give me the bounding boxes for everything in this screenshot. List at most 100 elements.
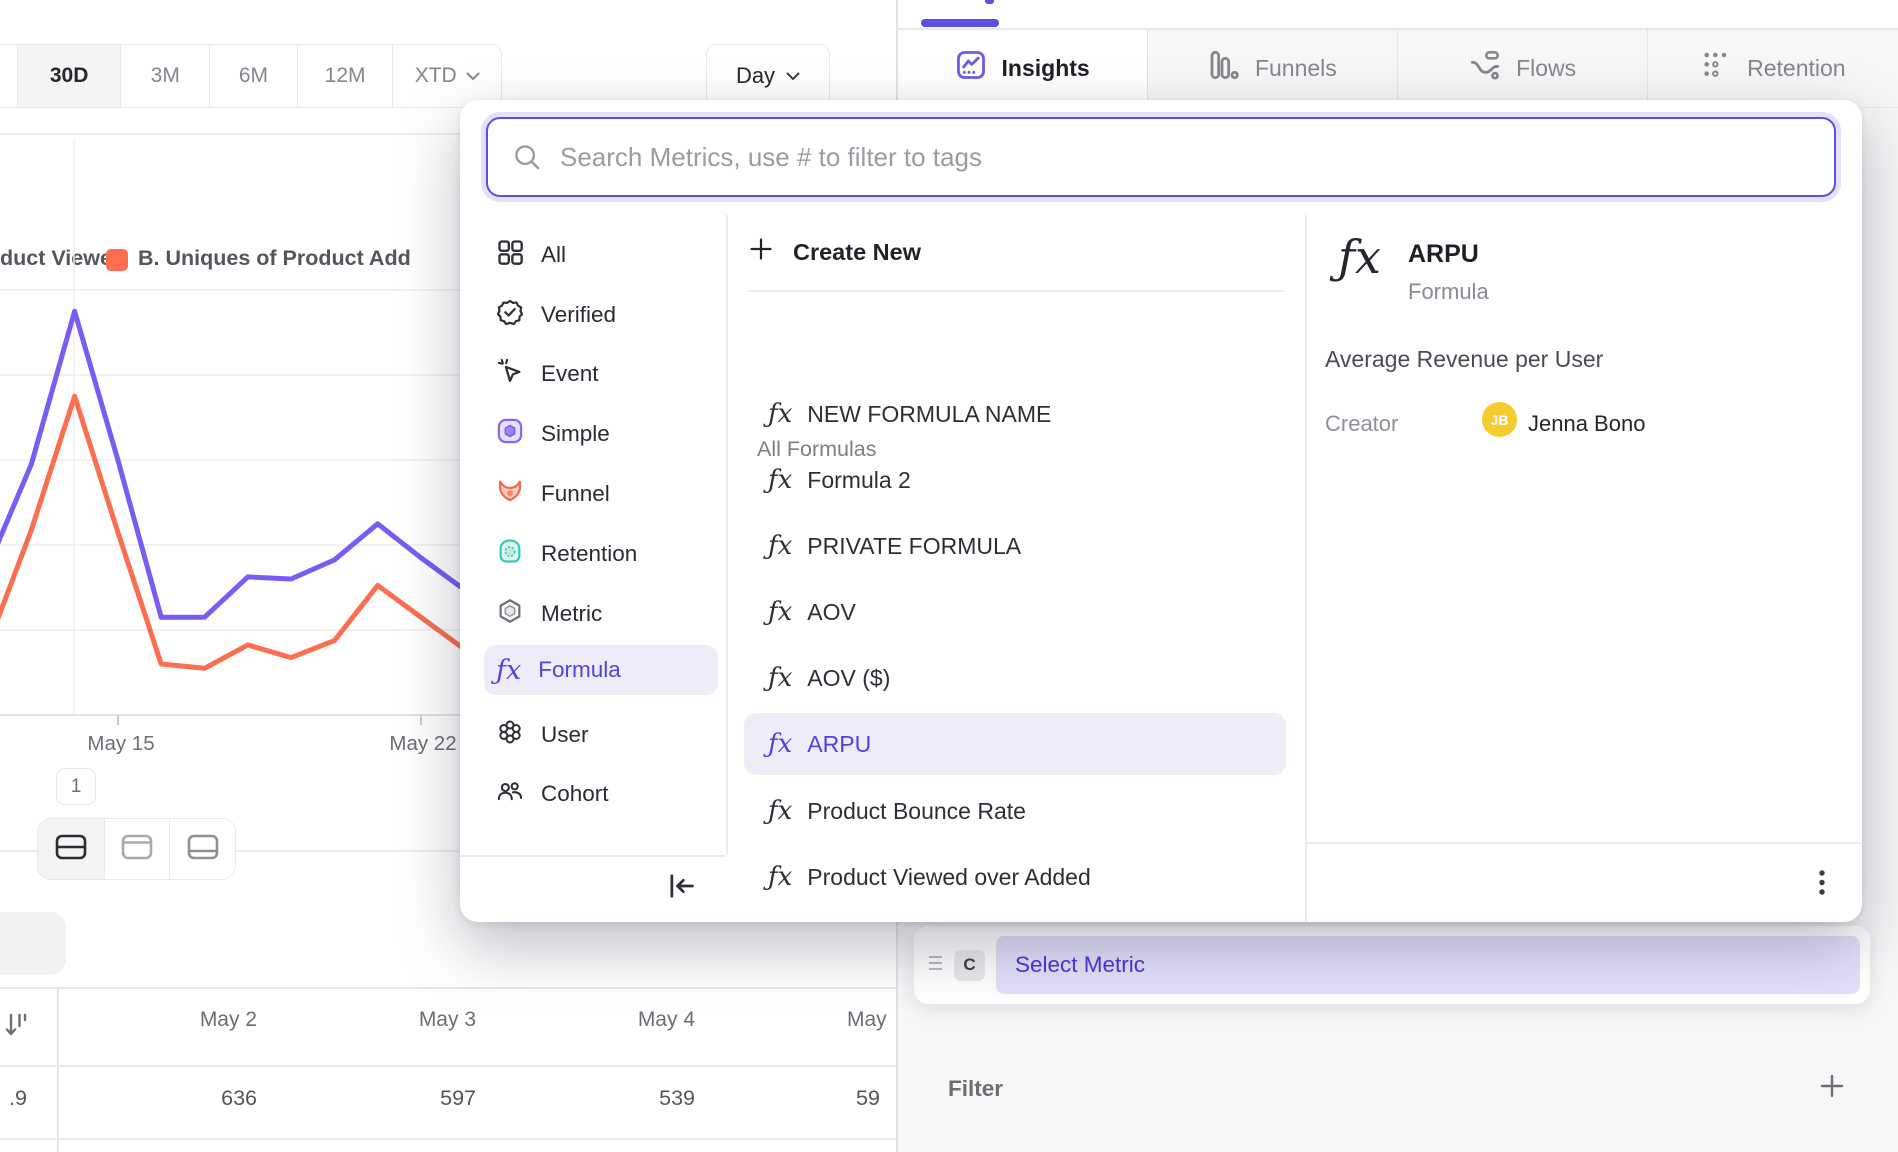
pagination-page-button[interactable]: 1 — [56, 768, 96, 805]
table-top-border — [0, 987, 896, 989]
formula-item-label: ARPU — [807, 731, 871, 758]
formula-item[interactable]: ƒx Formula 2 — [744, 452, 1286, 508]
tab-retention[interactable]: Retention — [1647, 30, 1897, 107]
sort-descending-icon[interactable] — [4, 1010, 28, 1040]
tab-retention-label: Retention — [1747, 55, 1845, 82]
category-retention[interactable]: Retention — [484, 529, 718, 579]
x-axis-tick-may15: May 15 — [66, 732, 176, 756]
query-builder-metric-row: C Select Metric — [914, 926, 1870, 1004]
simple-shape-icon — [496, 417, 524, 451]
formula-item-label: Product Viewed over Added — [807, 864, 1090, 891]
category-label: Funnel — [541, 481, 610, 507]
category-label: User — [541, 722, 589, 748]
granularity-label: Day — [736, 63, 775, 89]
date-range-xtd-button[interactable]: XTD — [392, 45, 501, 107]
layout-toggle-group — [37, 818, 236, 880]
tab-insights[interactable]: Insights — [898, 30, 1147, 107]
category-funnel[interactable]: Funnel — [484, 469, 718, 519]
date-range-6m-button[interactable]: 6M — [209, 45, 297, 107]
category-all[interactable]: All — [484, 230, 718, 280]
granularity-day-button[interactable]: Day — [706, 44, 830, 108]
table-header-may4[interactable]: May 4 — [495, 1008, 695, 1044]
date-range-12m-button[interactable]: 12M — [297, 45, 393, 107]
table-row-divider — [0, 1138, 896, 1140]
kebab-menu-icon — [1817, 868, 1827, 909]
formula-item-arpu-selected[interactable]: ƒx ARPU — [744, 713, 1286, 775]
plus-icon — [748, 236, 774, 268]
app-root: 30D 3M 6M 12M XTD Day duct Viewed B. Uni… — [0, 0, 1898, 1152]
detail-description: Average Revenue per User — [1325, 346, 1603, 373]
detail-footer-divider — [1307, 842, 1862, 844]
formula-fx-icon: ƒx — [768, 531, 792, 561]
insights-chart-icon — [955, 49, 987, 87]
formula-item[interactable]: ƒx Product Viewed over Added — [744, 849, 1286, 905]
category-formula[interactable]: ƒx Formula — [484, 645, 718, 695]
cohort-people-icon — [496, 777, 524, 811]
split-horizontal-icon — [54, 833, 88, 866]
detail-type-label: Formula — [1408, 279, 1489, 305]
detail-more-actions-button[interactable] — [1805, 868, 1839, 908]
collapse-sidebar-button[interactable] — [665, 870, 697, 907]
plus-icon — [1818, 1072, 1846, 1105]
tab-insights-label: Insights — [1002, 55, 1090, 82]
funnels-bars-icon — [1208, 49, 1240, 87]
retention-dots-icon — [1700, 49, 1732, 87]
date-range-partial-button[interactable] — [0, 45, 17, 107]
formula-fx-icon-large: ƒx — [1338, 230, 1381, 284]
formula-item-label: Formula 2 — [807, 467, 911, 494]
formula-item[interactable]: ƒx Product Bounce Rate — [744, 783, 1286, 839]
select-metric-input[interactable]: Select Metric — [996, 936, 1860, 994]
category-metric[interactable]: Metric — [484, 589, 718, 639]
formula-item[interactable]: ƒx NEW FORMULA NAME — [744, 386, 1286, 442]
drag-handle-icon[interactable] — [927, 953, 945, 978]
category-label: Formula — [538, 657, 621, 683]
category-user[interactable]: User — [484, 710, 718, 760]
layout-top-panel-button[interactable] — [104, 819, 170, 879]
category-cohort[interactable]: Cohort — [484, 769, 718, 819]
verified-badge-icon — [496, 298, 524, 332]
tab-flows-label: Flows — [1516, 55, 1576, 82]
create-new-label: Create New — [793, 239, 921, 266]
tab-funnels[interactable]: Funnels — [1147, 30, 1397, 107]
layout-bottom-panel-button[interactable] — [169, 819, 235, 879]
category-label: All — [541, 242, 566, 268]
active-tab-indicator — [921, 19, 999, 27]
table-cell-may2: 636 — [57, 1086, 257, 1122]
report-tabs: Insights Funnels Flows Retention — [898, 30, 1898, 107]
formula-item[interactable]: ƒx PRIVATE FORMULA — [744, 518, 1286, 574]
category-simple[interactable]: Simple — [484, 409, 718, 459]
formula-item-label: AOV ($) — [807, 665, 890, 692]
formula-item[interactable]: ƒx AOV — [744, 584, 1286, 640]
formula-item-label: PRIVATE FORMULA — [807, 533, 1021, 560]
chevron-down-icon — [786, 72, 800, 81]
date-range-3m-button[interactable]: 3M — [120, 45, 209, 107]
date-range-group: 30D 3M 6M 12M XTD — [0, 44, 502, 108]
chart-series-lines — [0, 311, 464, 668]
xtd-label: XTD — [415, 64, 457, 88]
layout-split-horizontal-button[interactable] — [38, 819, 104, 879]
top-panel-icon — [120, 833, 154, 866]
chevron-down-icon — [466, 72, 480, 81]
metric-search-input[interactable]: Search Metrics, use # to filter to tags — [486, 117, 1836, 197]
formula-fx-icon: ƒx — [496, 655, 521, 686]
date-range-30d-button[interactable]: 30D — [17, 45, 121, 107]
table-header-may3[interactable]: May 3 — [276, 1008, 476, 1044]
category-event[interactable]: Event — [484, 349, 718, 399]
creator-avatar[interactable]: JB — [1482, 402, 1517, 437]
user-cluster-icon — [496, 718, 524, 752]
formula-fx-icon: ƒx — [768, 796, 792, 826]
category-verified[interactable]: Verified — [484, 290, 718, 340]
formula-item[interactable]: ƒx AOV ($) — [744, 650, 1286, 706]
category-label: Event — [541, 361, 599, 387]
formula-fx-icon: ƒx — [768, 399, 792, 429]
creator-label: Creator — [1325, 411, 1398, 437]
tab-flows[interactable]: Flows — [1397, 30, 1647, 107]
add-filter-button[interactable] — [1818, 1072, 1846, 1105]
formula-fx-icon: ƒx — [768, 465, 792, 495]
formula-fx-icon: ƒx — [768, 862, 792, 892]
create-new-divider — [748, 290, 1284, 292]
table-header-may2[interactable]: May 2 — [57, 1008, 257, 1044]
search-icon — [512, 142, 542, 172]
create-new-button[interactable]: Create New — [748, 231, 921, 273]
category-label: Retention — [541, 541, 637, 567]
